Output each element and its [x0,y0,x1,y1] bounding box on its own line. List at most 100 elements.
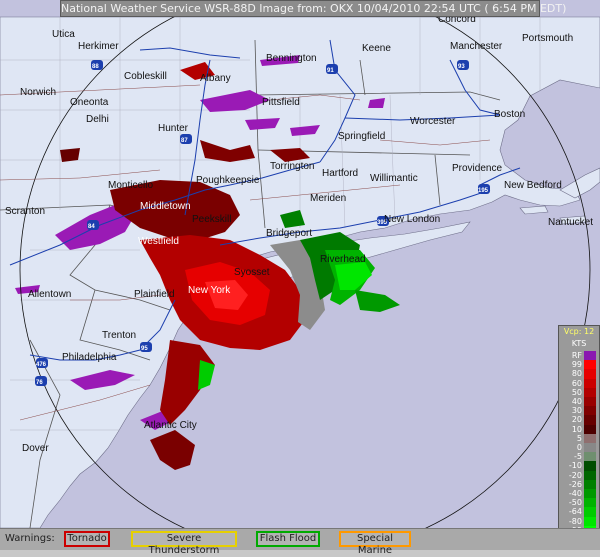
warnings-bar: Warnings: Tornado Severe Thunderstorm Fl… [0,528,600,556]
i76-label: 76 [36,380,43,386]
image-title: National Weather Service WSR-88D Image f… [60,0,567,17]
warning-severe-thunderstorm: Severe Thunderstorm [131,531,237,556]
title-bar: National Weather Service WSR-88D Image f… [0,0,600,17]
city-scranton: Scranton [5,206,45,217]
svg-text:Providence: Providence [452,163,502,174]
svg-text:New Bedford: New Bedford [504,180,562,191]
svg-text:Bennington: Bennington [266,53,317,64]
city-herkimer: Herkimer [78,41,119,52]
city-norwich: Norwich [20,87,56,98]
svg-text:Middletown: Middletown [140,201,191,212]
warning-tornado: Tornado [64,531,110,547]
i93-label: 93 [458,64,465,70]
warning-flash-flood: Flash Flood [256,531,320,547]
svg-text:Syosset: Syosset [234,267,270,278]
svg-text:Norwich: Norwich [20,87,56,98]
city-middletown: Middletown [140,201,191,212]
svg-text:Riverhead: Riverhead [320,254,366,265]
city-new-london: New London [384,214,440,225]
i476-label: 476 [36,362,47,368]
svg-text:Albany: Albany [200,73,231,84]
city-plainfield: Plainfield [134,289,175,300]
svg-text:Philadelphia: Philadelphia [62,352,117,363]
city-westfield: Westfield [138,236,179,247]
i195-shield-icon: 195 [478,184,490,194]
svg-text:Dover: Dover [22,443,49,454]
svg-text:Meriden: Meriden [310,193,346,204]
city-poughkeepsie: Poughkeepsie [196,175,260,186]
svg-text:Bridgeport: Bridgeport [266,228,312,239]
city-albany: Albany [200,73,231,84]
svg-text:Hartford: Hartford [322,168,358,179]
city-utica: Utica [52,29,75,40]
radar-map: 88 91 93 87 84 95 395 195 76 476 Utica H… [0,0,600,528]
i195-label: 195 [478,188,489,194]
i88-shield-icon: 88 [91,60,103,70]
i87-shield-icon: 87 [180,134,192,144]
i95-label: 95 [141,346,148,352]
svg-text:Pittsfield: Pittsfield [262,97,300,108]
city-philadelphia: Philadelphia [62,352,117,363]
svg-text:Scranton: Scranton [5,206,45,217]
svg-text:Nantucket: Nantucket [548,217,593,228]
warning-special-marine: Special Marine [339,531,411,556]
city-nantucket: Nantucket [548,217,593,228]
svg-text:Plainfield: Plainfield [134,289,175,300]
city-bridgeport: Bridgeport [266,228,312,239]
city-oneonta: Oneonta [70,97,109,108]
svg-text:Hunter: Hunter [158,123,189,134]
i84-label: 84 [88,224,95,230]
i476-shield-icon: 476 [36,358,48,368]
legend-mode-label: Vcp: 12 [563,327,595,336]
i95-shield-icon: 95 [140,342,152,352]
svg-text:Atlantic City: Atlantic City [144,420,197,431]
city-torrington: Torrington [270,161,314,172]
svg-text:Trenton: Trenton [102,330,136,341]
velocity-legend: Vcp: 12 KTS RF 99 80 60 50 40 30 20 10 5 0 -5 -10 -20… [558,325,600,545]
warnings-label: Warnings: [5,533,55,544]
city-allentown: Allentown [28,289,71,300]
svg-text:Torrington: Torrington [270,161,314,172]
svg-text:Worcester: Worcester [410,116,456,127]
city-monticello: Monticello [108,180,153,191]
city-manchester: Manchester [450,41,503,52]
city-new-bedford: New Bedford [504,180,562,191]
i87-label: 87 [181,138,188,144]
city-syosset: Syosset [234,267,270,278]
i91-label: 91 [327,68,334,74]
svg-text:Allentown: Allentown [28,289,71,300]
city-dover: Dover [22,443,49,454]
city-hartford: Hartford [322,168,358,179]
svg-text:Boston: Boston [494,109,525,120]
svg-text:Cobleskill: Cobleskill [124,71,167,82]
i90-shield-icon: 91 [326,64,338,74]
svg-text:Westfield: Westfield [138,236,179,247]
city-trenton: Trenton [102,330,136,341]
svg-text:Peekskill: Peekskill [192,214,231,225]
i76-shield-icon: 76 [35,376,47,386]
svg-text:Manchester: Manchester [450,41,503,52]
i93-shield-icon: 93 [457,60,469,70]
city-providence: Providence [452,163,502,174]
city-worcester: Worcester [410,116,456,127]
svg-text:Oneonta: Oneonta [70,97,109,108]
city-cobleskill: Cobleskill [124,71,167,82]
svg-text:Portsmouth: Portsmouth [522,33,573,44]
radar-viewer: 88 91 93 87 84 95 395 195 76 476 Utica H… [0,0,600,556]
city-peekskill: Peekskill [192,214,231,225]
city-meriden: Meriden [310,193,346,204]
i84-shield-icon: 84 [87,220,99,230]
svg-text:Springfield: Springfield [338,131,385,142]
city-keene: Keene [362,43,391,54]
svg-text:Willimantic: Willimantic [370,173,418,184]
city-riverhead: Riverhead [320,254,366,265]
city-portsmouth: Portsmouth [522,33,573,44]
svg-text:New London: New London [384,214,440,225]
svg-text:Delhi: Delhi [86,114,109,125]
city-willimantic: Willimantic [370,173,418,184]
city-hunter: Hunter [158,123,189,134]
city-atlantic-city: Atlantic City [144,420,197,431]
city-delhi: Delhi [86,114,109,125]
svg-text:New York: New York [188,285,231,296]
svg-text:Utica: Utica [52,29,75,40]
